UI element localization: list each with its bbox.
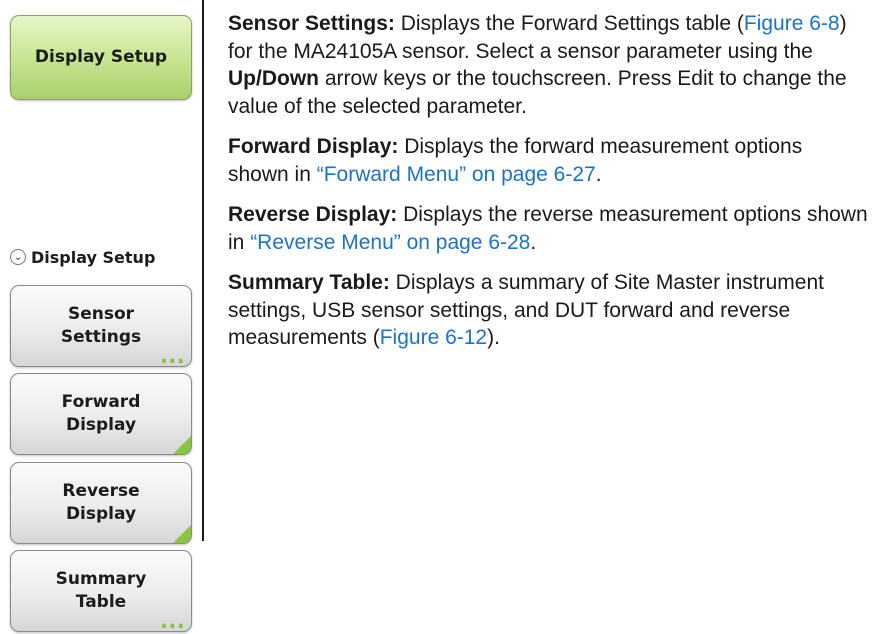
button-label-line2: Table (75, 592, 127, 612)
menu-heading: ⌄ Display Setup (10, 246, 155, 268)
paragraph-text: ). (487, 326, 500, 349)
column-divider (202, 0, 204, 541)
sensor-settings-button[interactable]: Sensor Settings ... (10, 285, 192, 369)
paragraph-text: Displays the Forward Settings table ( (394, 12, 744, 35)
button-label-line2: Display (65, 415, 137, 435)
menu-heading-label: Display Setup (31, 247, 156, 267)
button-label-line2: Display (65, 504, 137, 524)
term-label: Reverse Display: (228, 203, 398, 226)
button-label-line2: Settings (60, 327, 142, 347)
summary-table-button[interactable]: Summary Table ... (10, 550, 192, 634)
forward-display-button[interactable]: Forward Display (10, 373, 192, 455)
menu-panel: Display Setup ⌄ Display Setup Sensor Set… (0, 0, 200, 633)
reverse-display-description: Reverse Display: Displays the reverse me… (228, 201, 868, 256)
sensor-settings-description: Sensor Settings: Displays the Forward Se… (228, 10, 868, 120)
paragraph-text: . (595, 162, 602, 186)
display-setup-title-label: Display Setup (34, 47, 168, 67)
summary-table-description: Summary Table: Displays a summary of Sit… (228, 269, 868, 352)
button-label-line1: Reverse (62, 481, 140, 501)
term-label: Forward Display: (228, 135, 399, 158)
display-setup-title-button[interactable]: Display Setup (10, 15, 192, 100)
cross-reference-link[interactable]: “Reverse Menu” on page 6-28 (250, 231, 530, 254)
submenu-dots-icon: ... (159, 344, 185, 369)
term-label: Summary Table: (228, 271, 390, 294)
button-label-line1: Forward (61, 392, 141, 412)
key-name: Up/Down (228, 67, 319, 90)
figure-link[interactable]: Figure 6-8 (744, 12, 840, 35)
forward-display-description: Forward Display: Displays the forward me… (228, 133, 868, 188)
description-column: Sensor Settings: Displays the Forward Se… (228, 10, 868, 365)
reverse-display-button[interactable]: Reverse Display (10, 462, 192, 544)
button-label-line1: Sensor (67, 304, 135, 324)
submenu-dots-icon: ... (159, 609, 185, 634)
term-label: Sensor Settings: (228, 12, 395, 35)
button-label-line1: Summary (55, 569, 147, 589)
figure-link[interactable]: Figure 6-12 (380, 326, 487, 349)
paragraph-text: . (530, 230, 537, 254)
chevron-down-icon: ⌄ (10, 249, 26, 265)
corner-triangle-icon (173, 525, 191, 543)
cross-reference-link[interactable]: “Forward Menu” on page 6-27 (317, 163, 596, 186)
paragraph-text: arrow keys or the touchscreen. Press Edi… (228, 67, 847, 118)
corner-triangle-icon (173, 436, 191, 454)
